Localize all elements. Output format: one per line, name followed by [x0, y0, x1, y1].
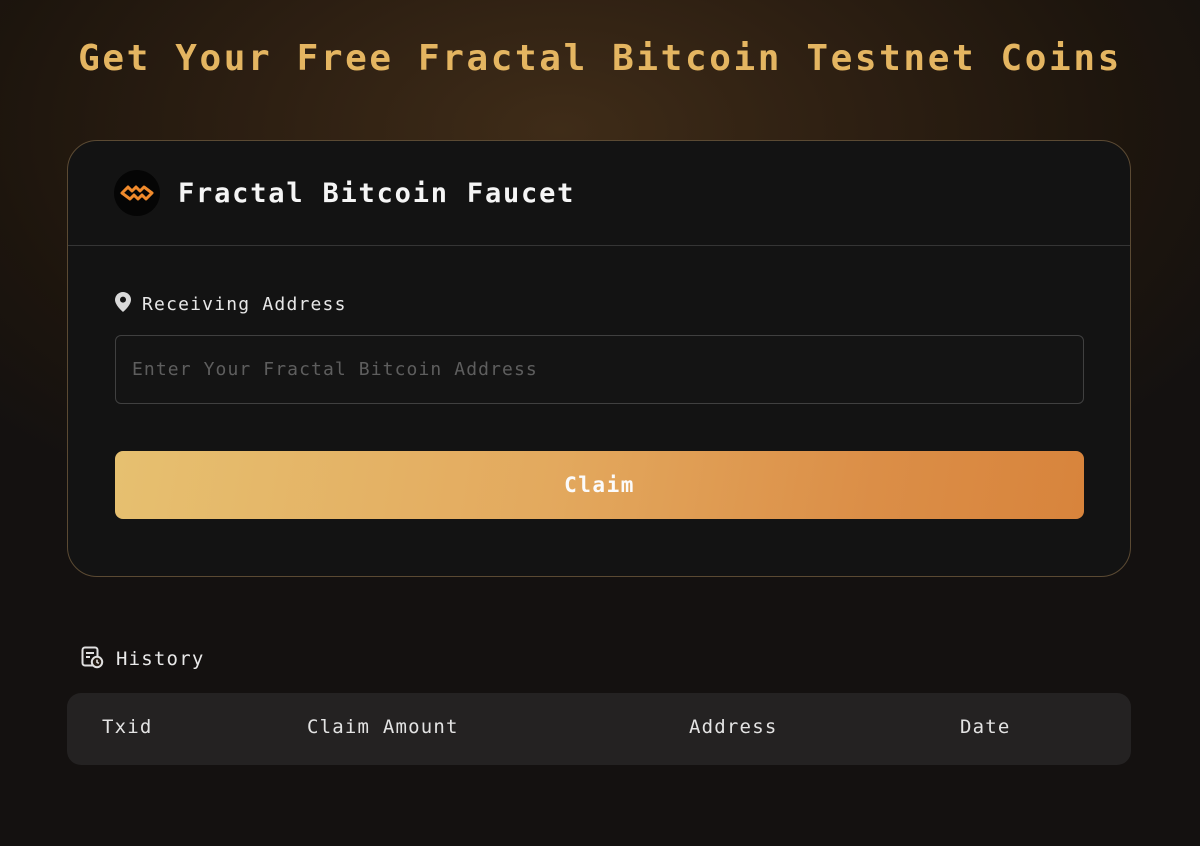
history-heading: History: [80, 645, 204, 673]
history-table-header: Txid Claim Amount Address Date: [67, 693, 1131, 765]
faucet-title: Fractal Bitcoin Faucet: [178, 177, 576, 209]
history-icon: [80, 645, 104, 673]
receiving-address-label-text: Receiving Address: [142, 293, 347, 315]
fractal-logo-icon: [114, 170, 160, 216]
address-input[interactable]: [115, 335, 1084, 404]
faucet-card-header: Fractal Bitcoin Faucet: [68, 141, 1130, 246]
column-header-txid: Txid: [102, 716, 153, 738]
column-header-claim-amount: Claim Amount: [307, 716, 459, 738]
location-pin-icon: [114, 291, 132, 317]
column-header-date: Date: [960, 716, 1011, 738]
history-label: History: [116, 648, 205, 670]
faucet-card: Fractal Bitcoin Faucet Receiving Address…: [67, 140, 1131, 577]
column-header-address: Address: [689, 716, 778, 738]
page-title: Get Your Free Fractal Bitcoin Testnet Co…: [78, 38, 1122, 79]
claim-button[interactable]: Claim: [115, 451, 1084, 519]
receiving-address-label: Receiving Address: [114, 291, 347, 317]
